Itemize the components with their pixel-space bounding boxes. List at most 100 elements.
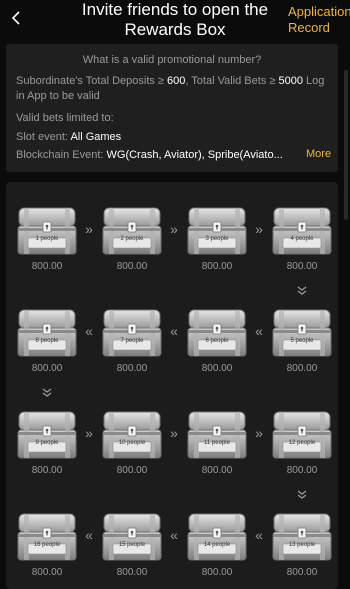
box-people-label: 5 people xyxy=(290,338,314,344)
reward-box[interactable]: 16 people 800.00 xyxy=(16,512,78,578)
arrow-left-icon: « xyxy=(255,323,263,339)
treasure-chest-icon xyxy=(102,207,162,255)
box-amount: 800.00 xyxy=(31,363,63,374)
box-people-label: 6 people xyxy=(205,338,229,344)
limited-label: Valid bets limited to: xyxy=(16,112,114,124)
treasure-chest-icon xyxy=(272,513,332,561)
more-link[interactable]: More xyxy=(306,148,331,160)
reward-box[interactable]: 1 people 800.00 xyxy=(16,206,78,272)
box-amount: 800.00 xyxy=(286,261,318,272)
arrow-left-icon: « xyxy=(85,323,93,339)
reward-box[interactable]: 12 people 800.00 xyxy=(271,410,333,476)
arrow-left-icon: « xyxy=(170,323,178,339)
reward-box[interactable]: 14 people 800.00 xyxy=(186,512,248,578)
info-question: What is a valid promotional number? xyxy=(82,54,262,66)
box-amount: 800.00 xyxy=(31,465,63,476)
box-people-label: 12 people xyxy=(288,440,316,446)
reward-box[interactable]: 8 people 800.00 xyxy=(16,308,78,374)
arrow-left-icon: « xyxy=(255,527,263,543)
arrow-right-icon: » xyxy=(255,221,263,237)
arrow-down-icon xyxy=(295,286,309,297)
box-people-label: 16 people xyxy=(33,542,61,548)
deposit-value: 600 xyxy=(167,75,186,87)
chevron-left-icon xyxy=(11,11,20,25)
reward-box[interactable]: 11 people 800.00 xyxy=(186,410,248,476)
reward-box[interactable]: 6 people 800.00 xyxy=(186,308,248,374)
page-title: Invite friends to open the Rewards Box xyxy=(81,0,269,39)
slot-value: All Games xyxy=(70,131,122,143)
box-people-label: 3 people xyxy=(205,236,229,242)
box-amount: 800.00 xyxy=(201,363,233,374)
reward-box[interactable]: 15 people 800.00 xyxy=(101,512,163,578)
box-amount: 800.00 xyxy=(286,567,318,578)
arrow-right-icon: » xyxy=(170,221,178,237)
treasure-chest-icon xyxy=(102,411,162,459)
back-button[interactable] xyxy=(6,8,26,28)
box-people-label: 2 people xyxy=(120,236,144,242)
treasure-chest-icon xyxy=(272,411,332,459)
treasure-chest-icon xyxy=(187,513,247,561)
reward-box[interactable]: 7 people 800.00 xyxy=(101,308,163,374)
scrollbar[interactable] xyxy=(344,70,348,220)
treasure-chest-icon xyxy=(17,411,77,459)
reward-box[interactable]: 2 people 800.00 xyxy=(101,206,163,272)
box-people-label: 4 people xyxy=(290,236,314,242)
box-people-label: 15 people xyxy=(118,542,146,548)
requirement-text: Subordinate's Total Deposits ≥ 600, Tota… xyxy=(16,74,331,104)
reward-box[interactable]: 4 people 800.00 xyxy=(271,206,333,272)
application-record-link[interactable]: Application Record xyxy=(288,4,350,36)
slot-event: Slot event: All Games xyxy=(16,130,121,145)
treasure-chest-icon xyxy=(187,309,247,357)
header: Invite friends to open the Rewards Box A… xyxy=(0,0,350,44)
box-amount: 800.00 xyxy=(116,567,148,578)
reward-box[interactable]: 9 people 800.00 xyxy=(16,410,78,476)
box-amount: 800.00 xyxy=(286,363,318,374)
box-amount: 800.00 xyxy=(116,363,148,374)
reward-box[interactable]: 5 people 800.00 xyxy=(271,308,333,374)
arrow-down-icon xyxy=(295,490,309,501)
treasure-chest-icon xyxy=(17,309,77,357)
blockchain-value: WG(Crash, Aviator), Spribe(Aviato... xyxy=(106,149,283,161)
arrow-right-icon: » xyxy=(170,425,178,441)
box-people-label: 11 people xyxy=(204,440,230,446)
treasure-chest-icon xyxy=(102,513,162,561)
arrow-right-icon: » xyxy=(85,221,93,237)
reward-box[interactable]: 10 people 800.00 xyxy=(101,410,163,476)
treasure-chest-icon xyxy=(272,309,332,357)
box-amount: 800.00 xyxy=(116,261,148,272)
blockchain-label: Blockchain Event: xyxy=(16,149,107,161)
box-amount: 800.00 xyxy=(116,465,148,476)
treasure-chest-icon xyxy=(272,207,332,255)
box-people-label: 13 people xyxy=(288,542,316,548)
box-amount: 800.00 xyxy=(31,261,63,272)
arrow-left-icon: « xyxy=(170,527,178,543)
treasure-chest-icon xyxy=(17,513,77,561)
arrow-right-icon: » xyxy=(85,425,93,441)
box-people-label: 9 people xyxy=(35,440,59,446)
treasure-chest-icon xyxy=(187,411,247,459)
requirement-mid: , Total Valid Bets ≥ xyxy=(185,75,279,87)
bet-value: 5000 xyxy=(278,75,303,87)
treasure-chest-icon xyxy=(102,309,162,357)
box-amount: 800.00 xyxy=(31,567,63,578)
reward-box-grid: 1 people 800.00 2 people 800.00 3 people… xyxy=(6,182,338,589)
slot-label: Slot event: xyxy=(16,131,71,143)
box-amount: 800.00 xyxy=(201,465,233,476)
treasure-chest-icon xyxy=(187,207,247,255)
box-amount: 800.00 xyxy=(201,261,233,272)
box-people-label: 1 people xyxy=(35,236,59,242)
arrow-down-icon xyxy=(40,388,54,399)
arrow-left-icon: « xyxy=(85,527,93,543)
info-panel: What is a valid promotional number? Subo… xyxy=(6,44,338,172)
reward-box[interactable]: 13 people 800.00 xyxy=(271,512,333,578)
treasure-chest-icon xyxy=(17,207,77,255)
blockchain-event: Blockchain Event: WG(Crash, Aviator), Sp… xyxy=(16,148,336,163)
box-amount: 800.00 xyxy=(286,465,318,476)
box-people-label: 7 people xyxy=(120,338,144,344)
requirement-prefix: Subordinate's Total Deposits ≥ xyxy=(16,75,168,87)
box-people-label: 10 people xyxy=(118,440,146,446)
box-people-label: 8 people xyxy=(35,338,59,344)
reward-box[interactable]: 3 people 800.00 xyxy=(186,206,248,272)
box-amount: 800.00 xyxy=(201,567,233,578)
arrow-right-icon: » xyxy=(255,425,263,441)
